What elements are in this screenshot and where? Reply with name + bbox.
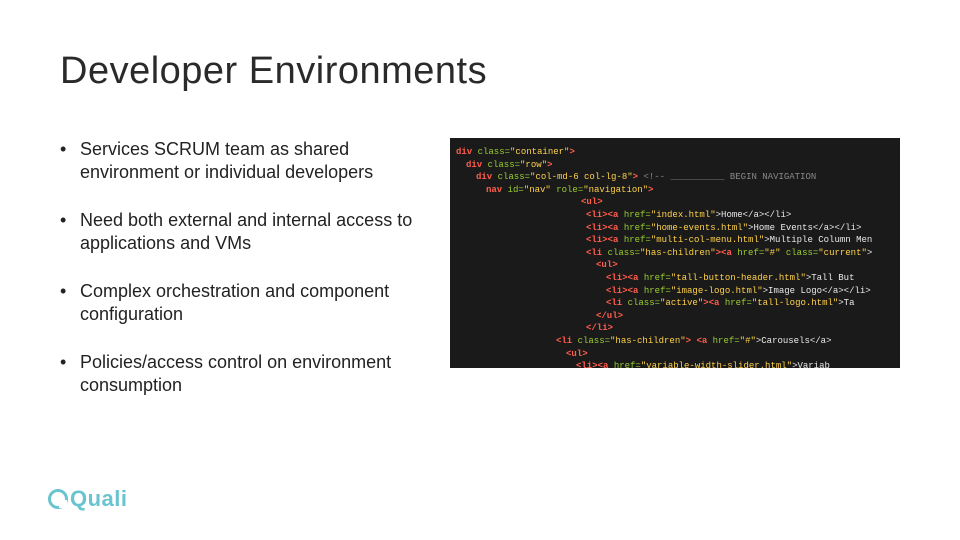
bullet-list: Services SCRUM team as shared environmen…	[60, 138, 420, 422]
logo-ring-icon	[48, 489, 68, 509]
code-screenshot: div class="container"> div class="row"> …	[450, 138, 900, 368]
bullet-item: Services SCRUM team as shared environmen…	[60, 138, 420, 183]
slide: Developer Environments Services SCRUM te…	[0, 0, 960, 540]
bullet-item: Need both external and internal access t…	[60, 209, 420, 254]
content-row: Services SCRUM team as shared environmen…	[60, 138, 900, 422]
slide-title: Developer Environments	[60, 50, 900, 93]
logo-text: Quali	[70, 486, 128, 511]
brand-logo: Quali	[48, 486, 128, 512]
bullet-item: Complex orchestration and component conf…	[60, 280, 420, 325]
bullet-item: Policies/access control on environment c…	[60, 351, 420, 396]
